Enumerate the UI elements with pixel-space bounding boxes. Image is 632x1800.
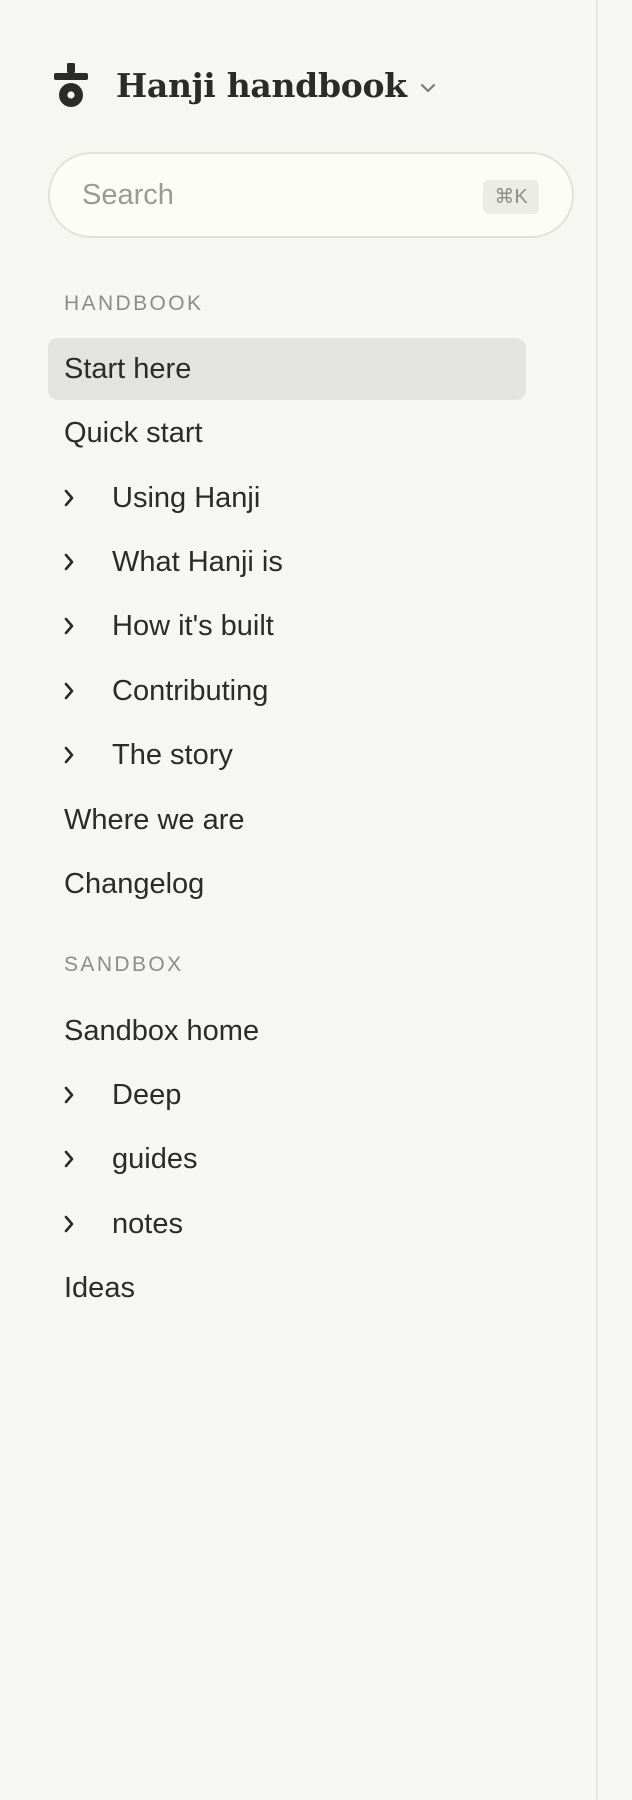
nav-item-label: Sandbox home <box>64 1014 260 1047</box>
nav-item-guides[interactable]: guides <box>48 1128 526 1190</box>
nav-item-label: How it's built <box>112 609 274 642</box>
nav-item-label: Where we are <box>64 803 245 836</box>
chevron-down-icon <box>420 83 435 93</box>
nav-item-label: Contributing <box>112 674 269 707</box>
nav-item-changelog[interactable]: Changelog <box>48 853 526 915</box>
hanji-logo-icon <box>54 63 88 107</box>
nav-item-sandbox-home[interactable]: Sandbox home <box>48 1000 526 1062</box>
nav-item-how-its-built[interactable]: How it's built <box>48 595 526 657</box>
sidebar: Hanji handbook ⌘K HANDBOOK Start here Qu… <box>0 0 598 1800</box>
search-input[interactable] <box>82 154 442 236</box>
nav-item-label: What Hanji is <box>112 545 283 578</box>
nav-item-what-hanji-is[interactable]: What Hanji is <box>48 531 526 593</box>
nav-item-label: notes <box>112 1207 183 1240</box>
chevron-right-icon[interactable] <box>62 487 76 509</box>
chevron-right-icon[interactable] <box>62 1084 76 1106</box>
nav-item-label: Quick start <box>64 416 203 449</box>
chevron-right-icon[interactable] <box>62 744 76 766</box>
workspace-title: Hanji handbook <box>116 65 407 105</box>
chevron-right-icon[interactable] <box>62 680 76 702</box>
nav-item-using-hanji[interactable]: Using Hanji <box>48 467 526 529</box>
nav-item-label: Using Hanji <box>112 481 261 514</box>
nav-item-the-story[interactable]: The story <box>48 724 526 786</box>
nav-item-where-we-are[interactable]: Where we are <box>48 789 526 851</box>
section-label-sandbox: SANDBOX <box>64 953 184 976</box>
nav-item-quick-start[interactable]: Quick start <box>48 402 526 464</box>
nav-item-start-here[interactable]: Start here <box>48 338 526 400</box>
nav-item-deep[interactable]: Deep <box>48 1064 526 1126</box>
section-label-handbook: HANDBOOK <box>64 292 204 315</box>
nav-item-label: The story <box>112 738 233 771</box>
nav-item-ideas[interactable]: Ideas <box>48 1257 526 1319</box>
nav-item-label: Changelog <box>64 867 205 900</box>
nav-item-label: guides <box>112 1142 198 1175</box>
nav-item-contributing[interactable]: Contributing <box>48 660 526 722</box>
chevron-right-icon[interactable] <box>62 551 76 573</box>
nav-item-notes[interactable]: notes <box>48 1193 526 1255</box>
search-box[interactable]: ⌘K <box>48 152 574 238</box>
chevron-right-icon[interactable] <box>62 615 76 637</box>
chevron-right-icon[interactable] <box>62 1213 76 1235</box>
search-shortcut: ⌘K <box>483 180 539 214</box>
nav-item-label: Start here <box>64 352 192 385</box>
workspace-switcher[interactable]: Hanji handbook <box>50 58 437 112</box>
nav-item-label: Deep <box>112 1078 182 1111</box>
chevron-right-icon[interactable] <box>62 1148 76 1170</box>
nav-item-label: Ideas <box>64 1271 135 1304</box>
